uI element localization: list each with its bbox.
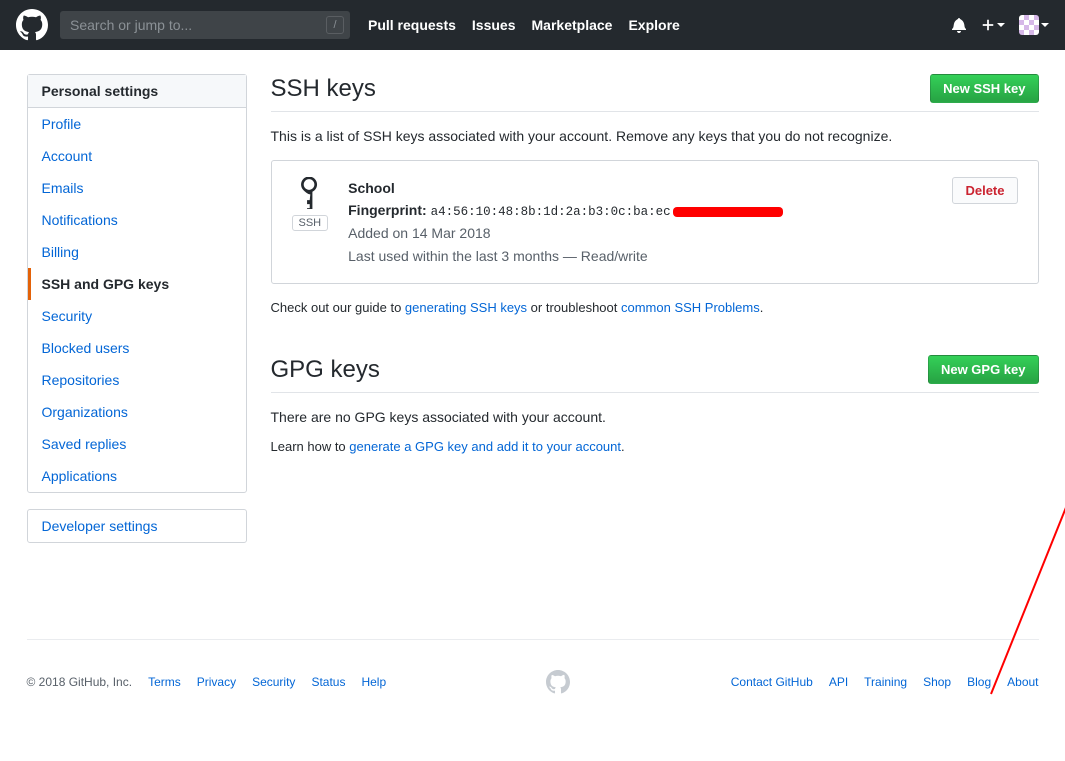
ssh-guide: Check out our guide to generating SSH ke…: [271, 300, 1039, 315]
key-last-used: Last used within the last 3 months — Rea…: [348, 245, 932, 267]
sidebar-item-applications[interactable]: Applications: [28, 460, 246, 492]
guide-text: .: [760, 300, 764, 315]
guide-text: Check out our guide to: [271, 300, 405, 315]
footer-blog[interactable]: Blog: [967, 675, 991, 689]
new-ssh-key-button[interactable]: New SSH key: [930, 74, 1038, 103]
footer-status[interactable]: Status: [311, 675, 345, 689]
ssh-badge: SSH: [292, 215, 329, 231]
footer-contact[interactable]: Contact GitHub: [731, 675, 813, 689]
ssh-desc: This is a list of SSH keys associated wi…: [271, 128, 1039, 144]
caret-down-icon: [997, 23, 1005, 27]
footer-privacy[interactable]: Privacy: [197, 675, 236, 689]
footer-help[interactable]: Help: [361, 675, 386, 689]
sidebar-item-account[interactable]: Account: [28, 140, 246, 172]
key-icon-column: SSH: [292, 177, 329, 231]
footer-left: © 2018 GitHub, Inc. Terms Privacy Securi…: [27, 675, 387, 689]
fingerprint-value: a4:56:10:48:8b:1d:2a:b3:0c:ba:ec: [431, 205, 671, 219]
sidebar-item-blocked[interactable]: Blocked users: [28, 332, 246, 364]
footer-api[interactable]: API: [829, 675, 848, 689]
sidebar-item-billing[interactable]: Billing: [28, 236, 246, 268]
gpg-section-head: GPG keys New GPG key: [271, 355, 1039, 393]
gpg-title: GPG keys: [271, 356, 380, 384]
settings-menu-secondary: Developer settings: [27, 509, 247, 543]
key-details: School Fingerprint: a4:56:10:48:8b:1d:2a…: [348, 177, 932, 267]
gpg-empty: There are no GPG keys associated with yo…: [271, 409, 1039, 425]
search-input[interactable]: [60, 11, 350, 39]
key-icon: [294, 177, 326, 209]
new-gpg-key-button[interactable]: New GPG key: [928, 355, 1039, 384]
guide-link-generate[interactable]: generating SSH keys: [405, 300, 527, 315]
create-menu[interactable]: [981, 18, 1005, 32]
search-wrap: /: [60, 11, 350, 39]
guide-link-problems[interactable]: common SSH Problems: [621, 300, 760, 315]
footer-center: [386, 670, 731, 694]
key-name: School: [348, 177, 932, 199]
nav-marketplace[interactable]: Marketplace: [532, 17, 613, 33]
copyright: © 2018 GitHub, Inc.: [27, 675, 133, 689]
sidebar-item-repositories[interactable]: Repositories: [28, 364, 246, 396]
key-added: Added on 14 Mar 2018: [348, 222, 932, 244]
github-logo[interactable]: [16, 9, 48, 41]
nav-explore[interactable]: Explore: [628, 17, 679, 33]
guide-text: or troubleshoot: [527, 300, 621, 315]
user-menu[interactable]: [1019, 15, 1049, 35]
avatar: [1019, 15, 1039, 35]
caret-down-icon: [1041, 23, 1049, 27]
footer-terms[interactable]: Terms: [148, 675, 181, 689]
sidebar-item-emails[interactable]: Emails: [28, 172, 246, 204]
gpg-learn: Learn how to generate a GPG key and add …: [271, 439, 1039, 454]
nav-pull-requests[interactable]: Pull requests: [368, 17, 456, 33]
delete-key-button[interactable]: Delete: [952, 177, 1017, 204]
github-icon[interactable]: [546, 670, 570, 694]
sidebar-item-saved-replies[interactable]: Saved replies: [28, 428, 246, 460]
settings-sidebar: Personal settings Profile Account Emails…: [27, 74, 247, 559]
redaction-mark: [673, 207, 783, 217]
learn-link[interactable]: generate a GPG key and add it to your ac…: [349, 439, 621, 454]
learn-text: Learn how to: [271, 439, 350, 454]
settings-menu: Personal settings Profile Account Emails…: [27, 74, 247, 493]
footer-security[interactable]: Security: [252, 675, 295, 689]
page-container: Personal settings Profile Account Emails…: [27, 50, 1039, 599]
notifications-icon[interactable]: [951, 17, 967, 33]
footer-right: Contact GitHub API Training Shop Blog Ab…: [731, 675, 1039, 689]
fingerprint-row: Fingerprint: a4:56:10:48:8b:1d:2a:b3:0c:…: [348, 199, 932, 222]
ssh-title: SSH keys: [271, 75, 376, 103]
footer: © 2018 GitHub, Inc. Terms Privacy Securi…: [27, 640, 1039, 734]
footer-shop[interactable]: Shop: [923, 675, 951, 689]
primary-nav: Pull requests Issues Marketplace Explore: [368, 17, 680, 33]
sidebar-item-notifications[interactable]: Notifications: [28, 204, 246, 236]
global-header: / Pull requests Issues Marketplace Explo…: [0, 0, 1065, 50]
sidebar-item-ssh-gpg: SSH and GPG keys: [28, 268, 246, 300]
menu-header: Personal settings: [28, 75, 246, 108]
fingerprint-label: Fingerprint:: [348, 202, 427, 218]
sidebar-item-security[interactable]: Security: [28, 300, 246, 332]
learn-text: .: [621, 439, 625, 454]
slash-hint: /: [326, 16, 344, 34]
main-content: SSH keys New SSH key This is a list of S…: [271, 74, 1039, 559]
ssh-section-head: SSH keys New SSH key: [271, 74, 1039, 112]
sidebar-item-organizations[interactable]: Organizations: [28, 396, 246, 428]
sidebar-item-profile[interactable]: Profile: [28, 108, 246, 140]
nav-issues[interactable]: Issues: [472, 17, 516, 33]
footer-about[interactable]: About: [1007, 675, 1038, 689]
footer-training[interactable]: Training: [864, 675, 907, 689]
sidebar-item-developer[interactable]: Developer settings: [28, 510, 246, 542]
header-right: [951, 15, 1049, 35]
ssh-key-item: SSH School Fingerprint: a4:56:10:48:8b:1…: [271, 160, 1039, 284]
